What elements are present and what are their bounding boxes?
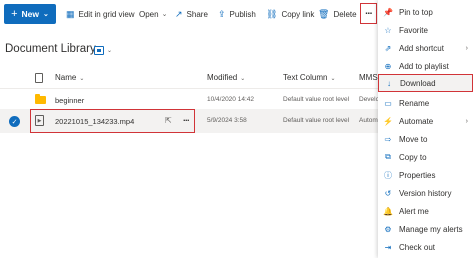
menu-item-properties[interactable]: ⓘ Properties — [378, 166, 474, 184]
menu-item-pin-to-top[interactable]: 📌 Pin to top — [378, 3, 474, 21]
more-actions-button[interactable]: ... — [360, 3, 377, 24]
row-modified: 5/9/2024 3:58 — [207, 117, 247, 124]
delete-label: Delete — [333, 9, 357, 19]
column-header-name[interactable]: Name ⌄ — [55, 73, 84, 82]
edit-grid-button[interactable]: ▦ Edit in grid view — [66, 5, 135, 23]
menu-item-copy-to[interactable]: ⧉ Copy to — [378, 148, 474, 166]
publish-label: Publish — [229, 9, 256, 19]
menu-item-label: Move to — [399, 134, 428, 144]
menu-item-favorite[interactable]: ☆ Favorite — [378, 21, 474, 39]
column-header-modified[interactable]: Modified ⌄ — [207, 73, 245, 82]
menu-item-move-to[interactable]: ⇨ Move to — [378, 130, 474, 148]
menu-item-label: Version history — [399, 188, 452, 198]
history-icon: ↺ — [384, 188, 392, 198]
row-name[interactable]: beginner — [55, 96, 84, 105]
menu-item-add-to-playlist[interactable]: ⊕ Add to playlist — [378, 57, 474, 75]
menu-item-alert-me[interactable]: 🔔 Alert me — [378, 202, 474, 220]
playlist-icon: ⊕ — [384, 61, 392, 71]
chevron-down-icon: ⌄ — [79, 76, 85, 82]
link-icon: ⛓ — [266, 8, 278, 19]
move-icon: ⇨ — [384, 134, 392, 144]
publish-button[interactable]: ⇪ Publish — [218, 5, 256, 23]
chevron-right-icon: › — [465, 117, 468, 125]
table-header: Name ⌄ Modified ⌄ Text Column ⌄ MMSC — [0, 68, 383, 88]
delete-button[interactable]: 🗑 Delete — [318, 5, 357, 23]
column-header-text[interactable]: Text Column ⌄ — [283, 73, 336, 82]
menu-item-add-shortcut[interactable]: ⇗ Add shortcut › — [378, 39, 474, 57]
highlight-box — [30, 109, 195, 133]
open-label: Open — [139, 9, 159, 19]
menu-item-label: Automate — [399, 116, 434, 126]
new-button[interactable]: + New ⌄ — [4, 4, 56, 24]
menu-item-label: Download — [400, 78, 436, 88]
column-text-label: Text Column — [283, 73, 328, 82]
chevron-down-icon: ⌄ — [43, 11, 49, 18]
folder-icon — [35, 94, 46, 104]
bell-icon: 🔔 — [383, 206, 393, 216]
chevron-down-icon: ⌄ — [240, 76, 246, 82]
shortcut-icon: ⇗ — [384, 43, 392, 53]
copy-icon: ⧉ — [385, 152, 391, 161]
open-button[interactable]: Open ⌄ — [139, 5, 167, 23]
chevron-down-icon: ⌄ — [161, 11, 168, 18]
menu-item-check-out[interactable]: ⇥ Check out — [378, 238, 474, 256]
menu-item-version-history[interactable]: ↺ Version history — [378, 184, 474, 202]
column-modified-label: Modified — [207, 73, 238, 82]
menu-item-label: Alert me — [399, 206, 429, 216]
grid-icon: ▦ — [66, 8, 75, 19]
alerts-icon: ⚙ — [384, 224, 392, 234]
file-type-icon[interactable] — [35, 73, 43, 83]
menu-item-label: Rename — [399, 98, 430, 108]
menu-item-label: Add to playlist — [399, 61, 449, 71]
row-text-column: Default value root level — [283, 117, 350, 124]
menu-item-rename[interactable]: ▭ Rename — [378, 94, 474, 112]
copy-link-button[interactable]: ⛓ Copy link — [266, 5, 314, 23]
download-icon: ↓ — [387, 78, 391, 88]
publish-icon: ⇪ — [218, 8, 226, 19]
edit-grid-label: Edit in grid view — [78, 9, 135, 19]
share-icon: ↗ — [175, 8, 183, 19]
new-button-label: New — [21, 9, 40, 19]
page-title: Document Library — [5, 43, 96, 55]
share-button[interactable]: ↗ Share — [175, 5, 208, 23]
copy-link-label: Copy link — [281, 9, 315, 19]
plus-icon: + — [11, 8, 18, 20]
column-name-label: Name — [55, 73, 77, 82]
menu-item-download[interactable]: ↓ Download — [378, 74, 473, 92]
menu-item-label: Check out — [399, 242, 436, 252]
menu-item-label: Add shortcut — [399, 43, 444, 53]
star-icon: ☆ — [384, 25, 392, 35]
automate-icon: ⚡ — [383, 116, 393, 126]
rename-icon: ▭ — [384, 98, 392, 108]
menu-item-label: Favorite — [399, 25, 428, 35]
checkmark-icon[interactable]: ✓ — [9, 116, 20, 127]
menu-item-automate[interactable]: ⚡ Automate › — [378, 112, 474, 130]
chevron-down-icon: ⌄ — [330, 76, 336, 82]
view-switcher[interactable]: ⌄ — [94, 44, 116, 57]
trash-icon: 🗑 — [318, 8, 330, 19]
menu-item-label: Manage my alerts — [399, 224, 463, 234]
share-label: Share — [186, 9, 208, 19]
checkout-icon: ⇥ — [384, 242, 392, 252]
row-text-column: Default value root level — [283, 96, 350, 103]
pin-icon: 📌 — [383, 7, 393, 17]
menu-item-label: Copy to — [399, 152, 427, 162]
row-modified: 10/4/2020 14:42 — [207, 96, 254, 103]
more-actions-label: ... — [365, 5, 372, 17]
chevron-right-icon: › — [465, 44, 468, 52]
chevron-down-icon: ⌄ — [107, 48, 113, 54]
context-menu: 📌 Pin to top ☆ Favorite ⇗ Add shortcut ›… — [378, 0, 474, 258]
menu-item-label: Properties — [399, 170, 436, 180]
menu-item-manage-my-alerts[interactable]: ⚙ Manage my alerts — [378, 220, 474, 238]
library-icon — [94, 46, 104, 55]
info-icon: ⓘ — [384, 170, 392, 180]
menu-item-label: Pin to top — [399, 7, 433, 17]
